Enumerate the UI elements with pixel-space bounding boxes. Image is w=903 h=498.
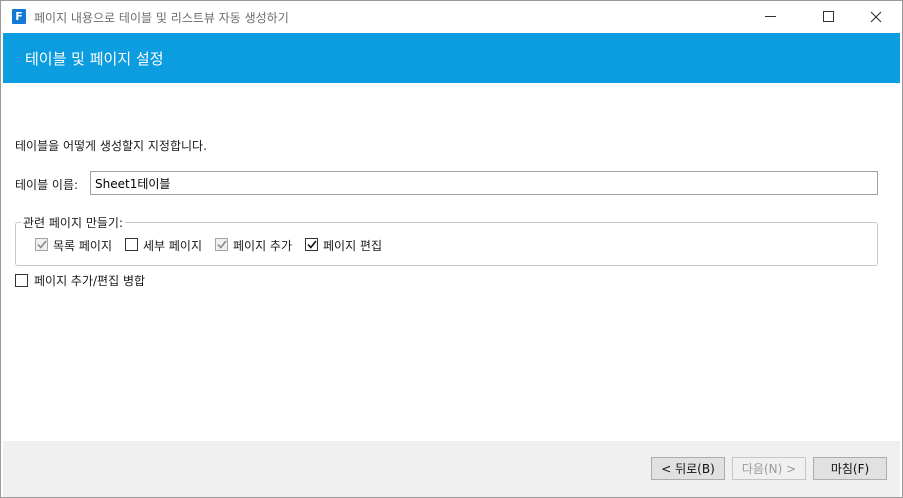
edit-page-checkbox[interactable] [305, 238, 318, 251]
instruction-text: 테이블을 어떻게 생성할지 지정합니다. [15, 139, 207, 153]
table-name-label: 테이블 이름: [15, 178, 79, 192]
merge-add-edit-checkbox[interactable] [15, 274, 28, 287]
next-button[interactable]: 다음(N) > [732, 457, 806, 480]
finish-button[interactable]: 마침(F) [813, 457, 887, 480]
maximize-button[interactable] [805, 1, 851, 32]
detail-page-checkbox[interactable] [125, 238, 138, 251]
add-page-label: 페이지 추가 [233, 239, 293, 253]
list-page-label: 목록 페이지 [53, 239, 113, 253]
merge-add-edit-label: 페이지 추가/편집 병합 [34, 274, 146, 288]
checkmark-icon [306, 240, 317, 249]
window-title: 페이지 내용으로 테이블 및 리스트뷰 자동 생성하기 [34, 11, 289, 25]
wizard-header: 테이블 및 페이지 설정 [3, 33, 900, 83]
app-logo-icon: F [12, 9, 26, 24]
checkmark-icon [36, 240, 47, 249]
minimize-icon [764, 16, 776, 17]
add-page-checkbox[interactable] [215, 238, 228, 251]
minimize-button[interactable] [747, 1, 793, 32]
detail-page-label: 세부 페이지 [143, 239, 203, 253]
wizard-header-title: 테이블 및 페이지 설정 [25, 50, 164, 68]
checkmark-icon [216, 240, 227, 249]
table-name-input[interactable] [90, 171, 878, 195]
wizard-footer: < 뒤로(B) 다음(N) > 마침(F) [3, 441, 900, 497]
related-pages-group-label: 관련 페이지 만들기: [21, 214, 125, 231]
list-page-checkbox[interactable] [35, 238, 48, 251]
maximize-icon [822, 11, 834, 22]
back-button[interactable]: < 뒤로(B) [651, 457, 725, 480]
title-bar: F 페이지 내용으로 테이블 및 리스트뷰 자동 생성하기 [1, 1, 902, 32]
close-icon [870, 11, 882, 22]
close-button[interactable] [853, 1, 899, 32]
edit-page-label: 페이지 편집 [323, 239, 383, 253]
dialog-window: F 페이지 내용으로 테이블 및 리스트뷰 자동 생성하기 테이블 및 페이지 … [0, 0, 903, 498]
